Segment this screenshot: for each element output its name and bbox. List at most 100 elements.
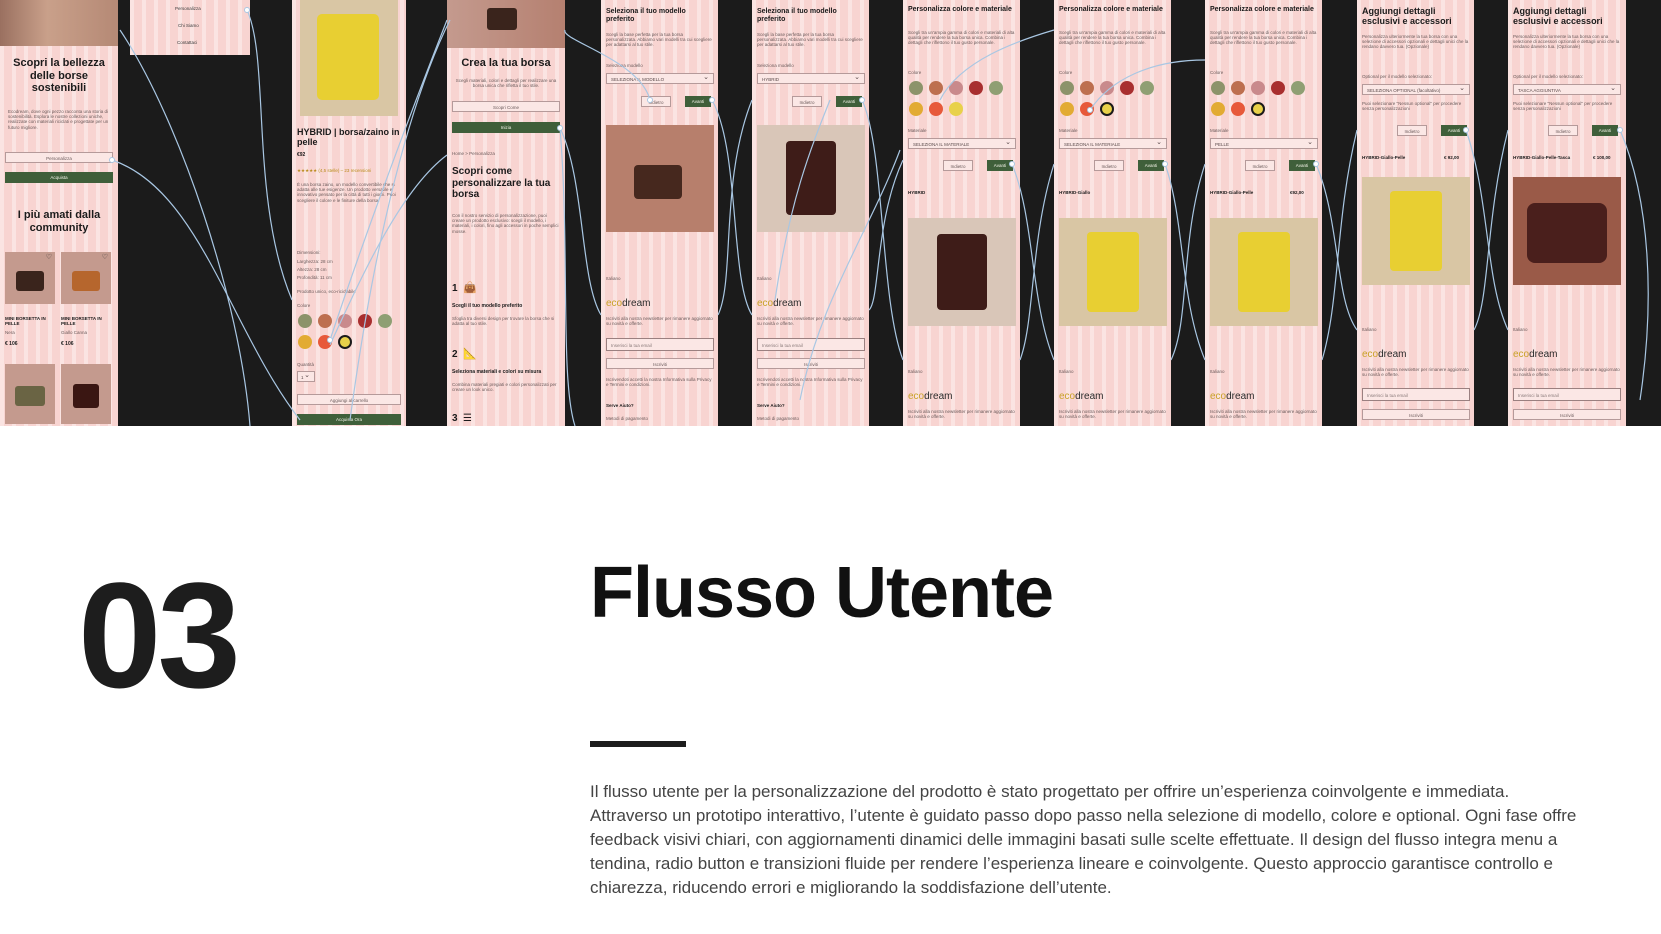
color-swatch[interactable]	[318, 314, 332, 328]
color-swatch[interactable]	[949, 102, 963, 116]
menu-item-chi-siamo[interactable]: Chi Siamo	[178, 23, 199, 28]
newsletter-text: Iscriviti alla nostra newsletter per rim…	[1513, 367, 1622, 378]
personalizza-button[interactable]: Personalizza	[5, 152, 113, 163]
color-swatch[interactable]	[1120, 81, 1134, 95]
color-swatch-selected[interactable]	[1251, 102, 1265, 116]
menu-item-contattaci[interactable]: Contattaci	[177, 40, 197, 45]
breadcrumb[interactable]: Home > Personalizza	[452, 151, 495, 156]
color-swatch[interactable]	[1060, 102, 1074, 116]
color-swatch[interactable]	[1080, 102, 1094, 116]
color-swatch[interactable]	[1060, 81, 1074, 95]
create-text: Scegli materiali, colori e dettagli per …	[455, 78, 558, 89]
next-button[interactable]: Avanti	[987, 160, 1013, 171]
color-swatch[interactable]	[1291, 81, 1305, 95]
color-swatch[interactable]	[378, 314, 392, 328]
back-button[interactable]: Indietro	[1094, 160, 1124, 171]
flow-connector	[868, 159, 904, 311]
inizia-button[interactable]: Inizia	[452, 122, 560, 133]
subscribe-button[interactable]: Iscriviti	[757, 358, 865, 369]
language-select[interactable]: Italiano	[908, 369, 923, 374]
subscribe-button[interactable]: Iscriviti	[606, 358, 714, 369]
preview-photo	[1362, 177, 1470, 285]
language-select[interactable]: Italiano	[606, 276, 621, 281]
color-swatch[interactable]	[909, 102, 923, 116]
email-field[interactable]: Inserisci la tua email	[1513, 388, 1621, 401]
color-swatch[interactable]	[909, 81, 923, 95]
step-title: Personalizza colore e materiale	[1059, 6, 1163, 13]
buy-now-button[interactable]: Acquista Ora	[297, 414, 401, 425]
color-swatch[interactable]	[989, 81, 1003, 95]
back-button[interactable]: Indietro	[792, 96, 822, 107]
color-swatch[interactable]	[1211, 81, 1225, 95]
quantity-stepper[interactable]: 1	[297, 370, 315, 382]
color-swatch-selected[interactable]	[1100, 102, 1114, 116]
email-field[interactable]: Inserisci la tua email	[606, 338, 714, 351]
product-price: €92	[297, 152, 306, 158]
color-swatch[interactable]	[1251, 81, 1265, 95]
step-2-number: 2	[452, 349, 458, 360]
subscribe-button[interactable]: Iscriviti	[1362, 409, 1470, 420]
color-swatch-selected[interactable]	[338, 335, 352, 349]
next-button[interactable]: Avanti	[1441, 125, 1467, 136]
next-button[interactable]: Avanti	[1592, 125, 1618, 136]
language-select[interactable]: Italiano	[757, 276, 772, 281]
next-button[interactable]: Avanti	[1138, 160, 1164, 171]
add-to-cart-button[interactable]: Aggiungi al carrello	[297, 394, 401, 405]
back-button[interactable]: Indietro	[641, 96, 671, 107]
help-label[interactable]: Serve Aiuto?	[757, 403, 785, 408]
color-swatch[interactable]	[1231, 81, 1245, 95]
model-select[interactable]: HYBRID	[757, 72, 865, 84]
language-select[interactable]: Italiano	[1362, 327, 1377, 332]
back-button[interactable]: Indietro	[943, 160, 973, 171]
product-photo[interactable]: ♡	[61, 252, 111, 304]
color-swatch[interactable]	[929, 102, 943, 116]
language-select[interactable]: Italiano	[1513, 327, 1528, 332]
language-select[interactable]: Italiano	[1059, 369, 1074, 374]
back-button[interactable]: Indietro	[1548, 125, 1578, 136]
material-select[interactable]: SELEZIONA IL MATERIALE	[908, 137, 1016, 149]
color-swatch[interactable]	[1271, 81, 1285, 95]
optional-select[interactable]: SELEZIONA OPTIONAL (facoltativo)	[1362, 83, 1470, 95]
color-swatch[interactable]	[1100, 81, 1114, 95]
menu-item-personalizza[interactable]: Personalizza	[175, 6, 201, 11]
product-photo[interactable]	[61, 364, 111, 424]
color-swatch[interactable]	[298, 314, 312, 328]
next-button[interactable]: Avanti	[836, 96, 862, 107]
color-swatch[interactable]	[338, 314, 352, 328]
back-button[interactable]: Indietro	[1397, 125, 1427, 136]
color-swatch[interactable]	[1080, 81, 1094, 95]
color-swatch[interactable]	[929, 81, 943, 95]
heart-icon[interactable]: ♡	[102, 253, 108, 261]
color-swatch[interactable]	[298, 335, 312, 349]
material-select[interactable]: SELEZIONA IL MATERIALE	[1059, 137, 1167, 149]
flow-connector	[711, 99, 753, 316]
step-1-title: Scegli il tuo modello preferito	[452, 303, 523, 309]
color-swatch[interactable]	[1211, 102, 1225, 116]
next-button[interactable]: Avanti	[1289, 160, 1315, 171]
optional-note: Puoi selezionare "Nessun optional" per p…	[1362, 101, 1463, 112]
color-swatch[interactable]	[358, 314, 372, 328]
color-swatch[interactable]	[1140, 81, 1154, 95]
acquista-button[interactable]: Acquista	[5, 172, 113, 183]
back-button[interactable]: Indietro	[1245, 160, 1275, 171]
prototype-flow-canvas: Scopri la bellezza delle borse sostenibi…	[0, 0, 1661, 426]
email-field[interactable]: Inserisci la tua email	[757, 338, 865, 351]
material-select[interactable]: PELLE	[1210, 137, 1318, 149]
language-select[interactable]: Italiano	[1210, 369, 1225, 374]
product-photo[interactable]: ♡	[5, 252, 55, 304]
product-photo[interactable]	[5, 364, 55, 424]
footer-logo: ecodream	[606, 298, 651, 309]
scopri-come-button[interactable]: Scopri Come	[452, 101, 560, 112]
help-label[interactable]: Serve Aiuto?	[606, 403, 634, 408]
subscribe-button[interactable]: Iscriviti	[1513, 409, 1621, 420]
optional-select[interactable]: TASCA AGGIUNTIVA	[1513, 83, 1621, 95]
color-swatch[interactable]	[318, 335, 332, 349]
color-swatch[interactable]	[949, 81, 963, 95]
email-field[interactable]: Inserisci la tua email	[1362, 388, 1470, 401]
color-swatch[interactable]	[1231, 102, 1245, 116]
model-select[interactable]: SELEZIONA IL MODELLO	[606, 72, 714, 84]
footer-logo: ecodream	[908, 391, 953, 402]
heart-icon[interactable]: ♡	[46, 253, 52, 261]
color-swatch[interactable]	[969, 81, 983, 95]
next-button[interactable]: Avanti	[685, 96, 711, 107]
